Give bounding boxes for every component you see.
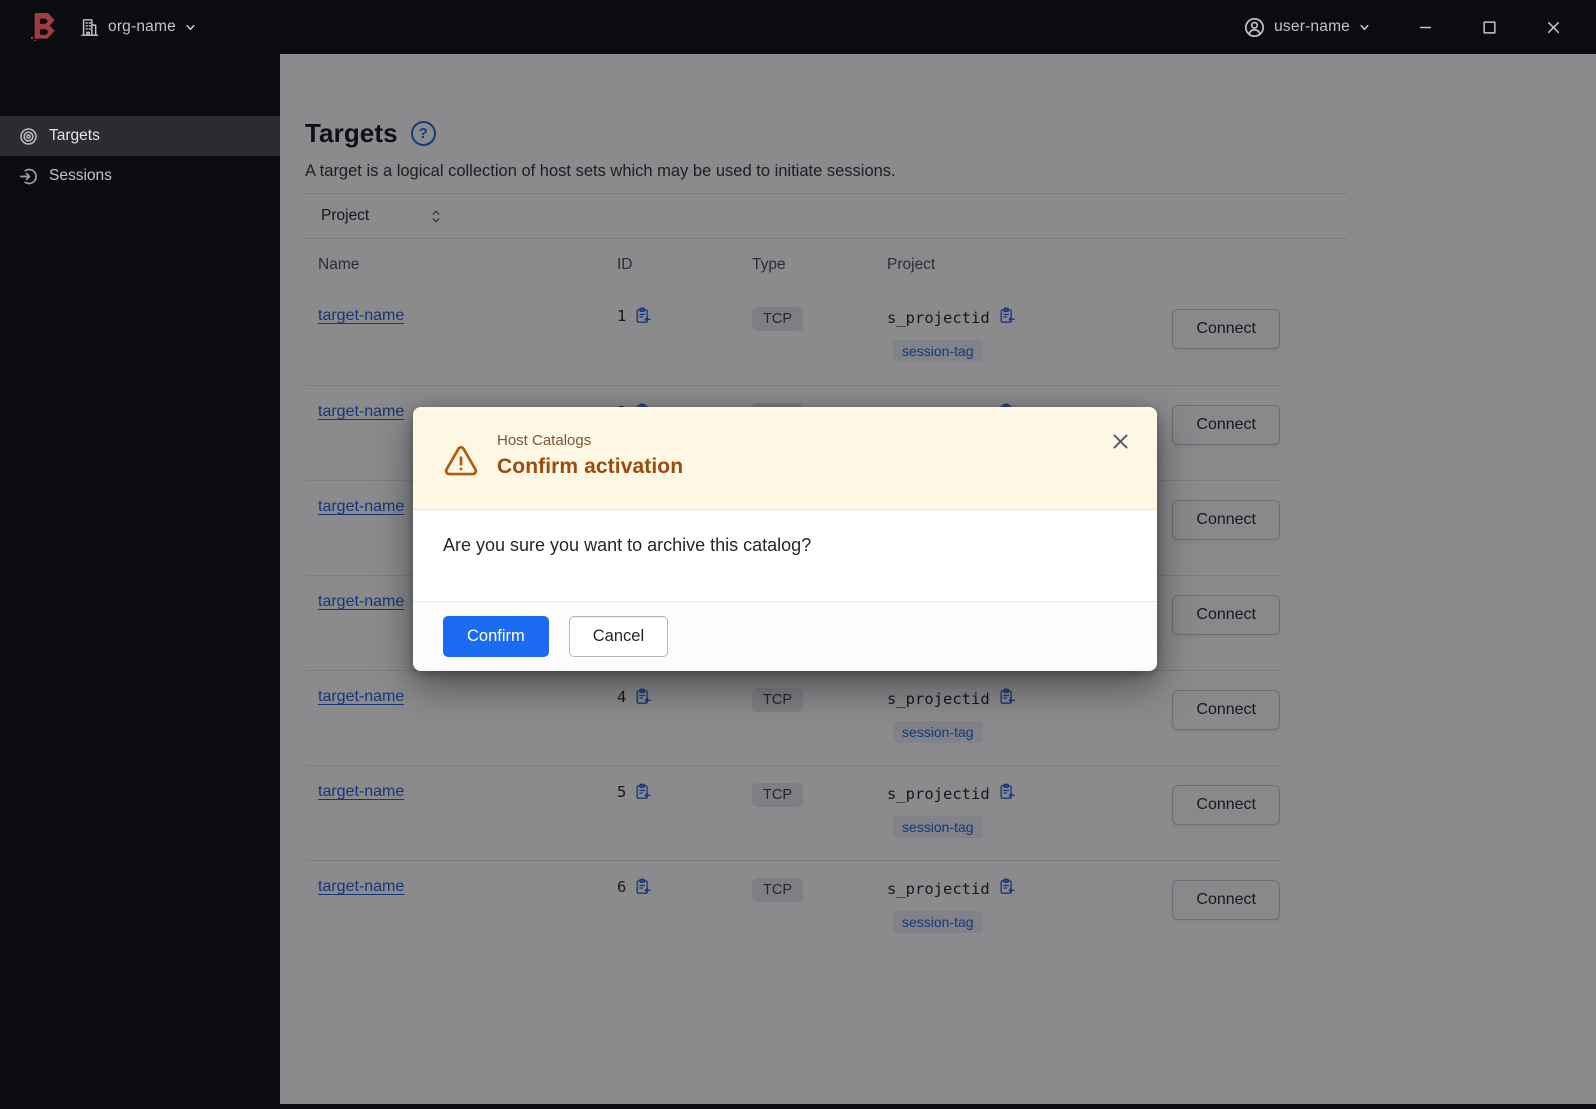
dialog-title: Confirm activation (497, 455, 684, 478)
sign-in-icon (19, 167, 38, 186)
chevron-down-icon (185, 22, 196, 33)
sidebar: Targets Sessions (0, 54, 280, 1109)
dialog-message: Are you sure you want to archive this ca… (443, 535, 812, 555)
sidebar-item-sessions[interactable]: Sessions (0, 156, 280, 196)
chevron-down-icon (1359, 22, 1370, 33)
building-icon (80, 18, 99, 37)
target-icon (19, 127, 38, 146)
maximize-icon[interactable] (1480, 18, 1498, 36)
dialog-body: Are you sure you want to archive this ca… (413, 510, 1157, 601)
alert-triangle-icon (442, 443, 480, 486)
confirm-button[interactable]: Confirm (443, 616, 549, 657)
sidebar-item-label: Targets (49, 127, 100, 144)
titlebar: org-name user-name (0, 0, 1596, 54)
sidebar-item-targets[interactable]: Targets (0, 116, 280, 156)
app-window: org-name user-name Targets Sessions Targ… (0, 0, 1596, 1109)
org-name-label: org-name (108, 18, 176, 35)
user-name-label: user-name (1274, 18, 1350, 35)
confirm-dialog: Host Catalogs Confirm activation Are you… (413, 407, 1157, 671)
boundary-logo-icon (30, 12, 58, 42)
close-icon[interactable] (1544, 18, 1562, 36)
org-switcher[interactable]: org-name (80, 18, 196, 37)
dialog-header: Host Catalogs Confirm activation (413, 407, 1157, 510)
dialog-eyebrow: Host Catalogs (497, 432, 592, 449)
window-bottom-edge (0, 1104, 1596, 1109)
dialog-close-x-icon[interactable] (1110, 431, 1130, 451)
user-menu[interactable]: user-name (1244, 17, 1370, 38)
person-circle-icon (1244, 17, 1265, 38)
minimize-icon[interactable] (1416, 18, 1434, 36)
dialog-footer: Confirm Cancel (413, 601, 1157, 671)
sidebar-item-label: Sessions (49, 167, 112, 184)
cancel-button[interactable]: Cancel (568, 616, 669, 657)
